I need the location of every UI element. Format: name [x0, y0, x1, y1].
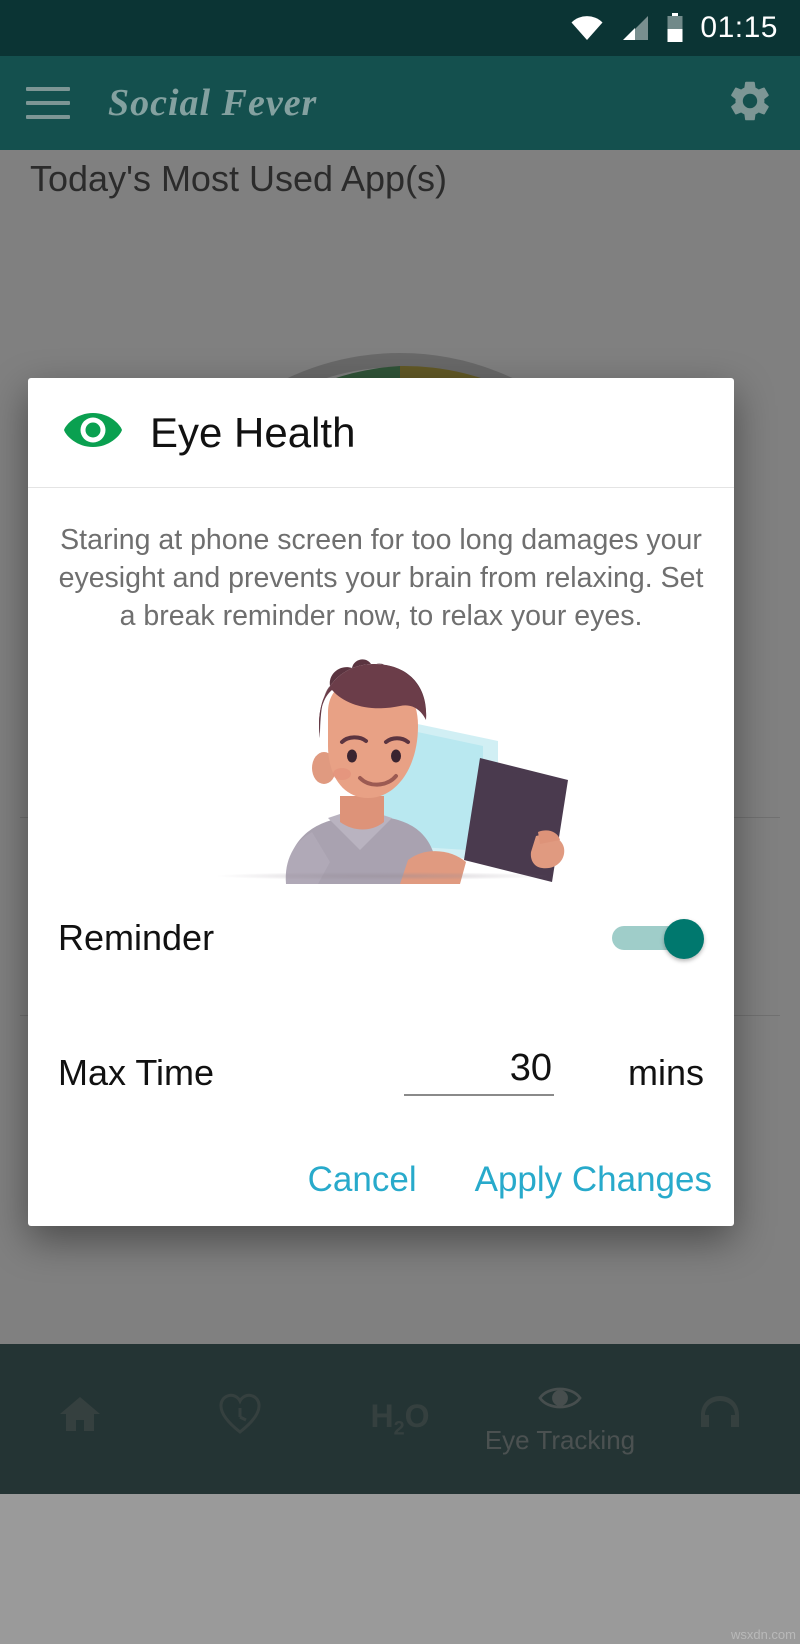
- max-time-unit: mins: [627, 1051, 704, 1093]
- max-time-row: Max Time mins: [28, 990, 734, 1110]
- dialog-header: Eye Health: [28, 378, 734, 488]
- eye-health-dialog: Eye Health Staring at phone screen for t…: [28, 378, 734, 1226]
- scrim-bottom-nav: [0, 1344, 800, 1494]
- signal-icon: [620, 15, 650, 41]
- cancel-button[interactable]: Cancel: [308, 1160, 417, 1200]
- reminder-label: Reminder: [58, 916, 215, 958]
- watermark: wsxdn.com: [730, 1627, 796, 1642]
- dialog-actions: Cancel Apply Changes: [28, 1160, 734, 1226]
- wifi-icon: [570, 15, 604, 41]
- gear-icon[interactable]: [726, 77, 774, 130]
- max-time-input[interactable]: [404, 1046, 552, 1090]
- apply-changes-button[interactable]: Apply Changes: [475, 1160, 712, 1200]
- reminder-row: Reminder: [28, 886, 734, 990]
- status-bar: 01:15: [0, 0, 800, 56]
- max-time-label: Max Time: [58, 1051, 215, 1093]
- dialog-title: Eye Health: [150, 408, 356, 456]
- eye-icon: [62, 409, 124, 456]
- hamburger-menu-icon[interactable]: [26, 87, 70, 119]
- app-screen: 01:15 Social Fever Today's Most Used App…: [0, 0, 800, 1644]
- max-time-field[interactable]: [404, 1046, 554, 1096]
- app-bar: Social Fever: [0, 56, 800, 150]
- battery-icon: [666, 13, 684, 43]
- illustration-shadow: [218, 871, 548, 880]
- dialog-description: Staring at phone screen for too long dam…: [58, 524, 704, 632]
- boy-using-tablet-illustration: [28, 646, 734, 886]
- app-brand-title: Social Fever: [108, 82, 318, 124]
- toggle-thumb: [664, 918, 704, 959]
- status-bar-clock: 01:15: [700, 11, 778, 44]
- reminder-toggle[interactable]: [612, 918, 704, 959]
